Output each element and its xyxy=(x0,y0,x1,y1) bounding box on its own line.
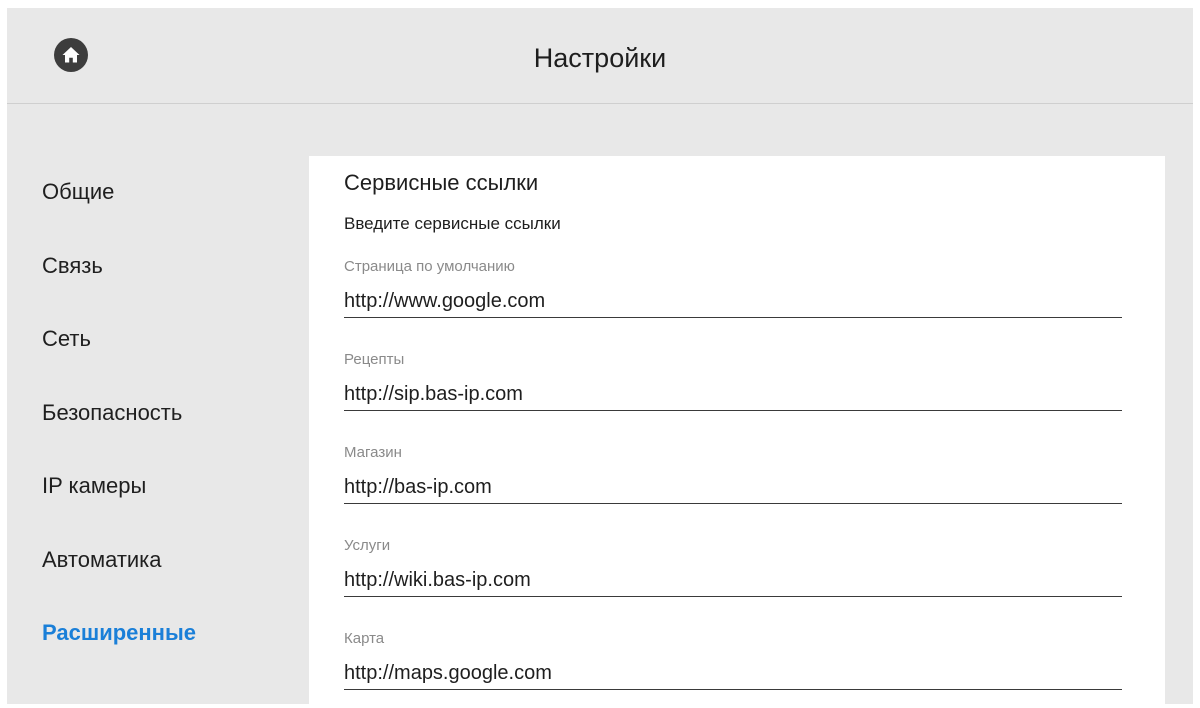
sidebar-item-security[interactable]: Безопасность xyxy=(7,377,307,451)
top-bar: Настройки xyxy=(7,8,1193,104)
shop-field[interactable]: Магазин http://bas-ip.com xyxy=(344,444,1122,514)
field-label: Рецепты xyxy=(344,351,405,368)
section-subtitle: Введите сервисные ссылки xyxy=(344,214,561,233)
field-label: Магазин xyxy=(344,444,402,461)
home-icon xyxy=(62,47,80,63)
field-value[interactable]: http://maps.google.com xyxy=(344,662,552,685)
home-button[interactable] xyxy=(54,38,88,72)
field-label: Страница по умолчанию xyxy=(344,258,515,275)
sidebar: Общие Связь Сеть Безопасность IP камеры … xyxy=(7,156,307,671)
sidebar-item-network[interactable]: Сеть xyxy=(7,303,307,377)
sidebar-item-label: Расширенные xyxy=(42,620,196,645)
settings-screen: Настройки Общие Связь Сеть Безопасность … xyxy=(7,8,1193,704)
sidebar-item-ip-cameras[interactable]: IP камеры xyxy=(7,450,307,524)
default-page-field[interactable]: Страница по умолчанию http://www.google.… xyxy=(344,258,1122,328)
sidebar-item-label: Связь xyxy=(42,252,103,278)
page-title: Настройки xyxy=(533,43,667,73)
field-value[interactable]: http://bas-ip.com xyxy=(344,476,492,499)
field-value[interactable]: http://wiki.bas-ip.com xyxy=(344,569,531,592)
section-title: Сервисные ссылки xyxy=(344,170,539,195)
field-value[interactable]: http://www.google.com xyxy=(344,290,545,313)
field-underline xyxy=(344,317,1122,318)
sidebar-item-label: IP камеры xyxy=(42,473,147,498)
sidebar-item-automation[interactable]: Автоматика xyxy=(7,524,307,598)
field-underline xyxy=(344,596,1122,597)
sidebar-item-label: Автоматика xyxy=(42,546,162,572)
field-underline xyxy=(344,689,1122,690)
sidebar-item-label: Общие xyxy=(42,179,115,204)
field-underline xyxy=(344,410,1122,411)
field-underline xyxy=(344,503,1122,504)
sidebar-item-general[interactable]: Общие xyxy=(7,156,307,230)
sidebar-item-connection[interactable]: Связь xyxy=(7,230,307,304)
services-field[interactable]: Услуги http://wiki.bas-ip.com xyxy=(344,537,1122,607)
sidebar-item-label: Безопасность xyxy=(42,399,183,425)
recipes-field[interactable]: Рецепты http://sip.bas-ip.com xyxy=(344,351,1122,421)
sidebar-item-advanced[interactable]: Расширенные xyxy=(7,597,307,671)
sidebar-item-label: Сеть xyxy=(42,326,91,351)
service-links-panel: Сервисные ссылки Введите сервисные ссылк… xyxy=(309,156,1165,704)
field-value[interactable]: http://sip.bas-ip.com xyxy=(344,383,523,406)
field-label: Услуги xyxy=(344,537,391,554)
map-field[interactable]: Карта http://maps.google.com xyxy=(344,630,1122,700)
field-label: Карта xyxy=(344,630,385,647)
